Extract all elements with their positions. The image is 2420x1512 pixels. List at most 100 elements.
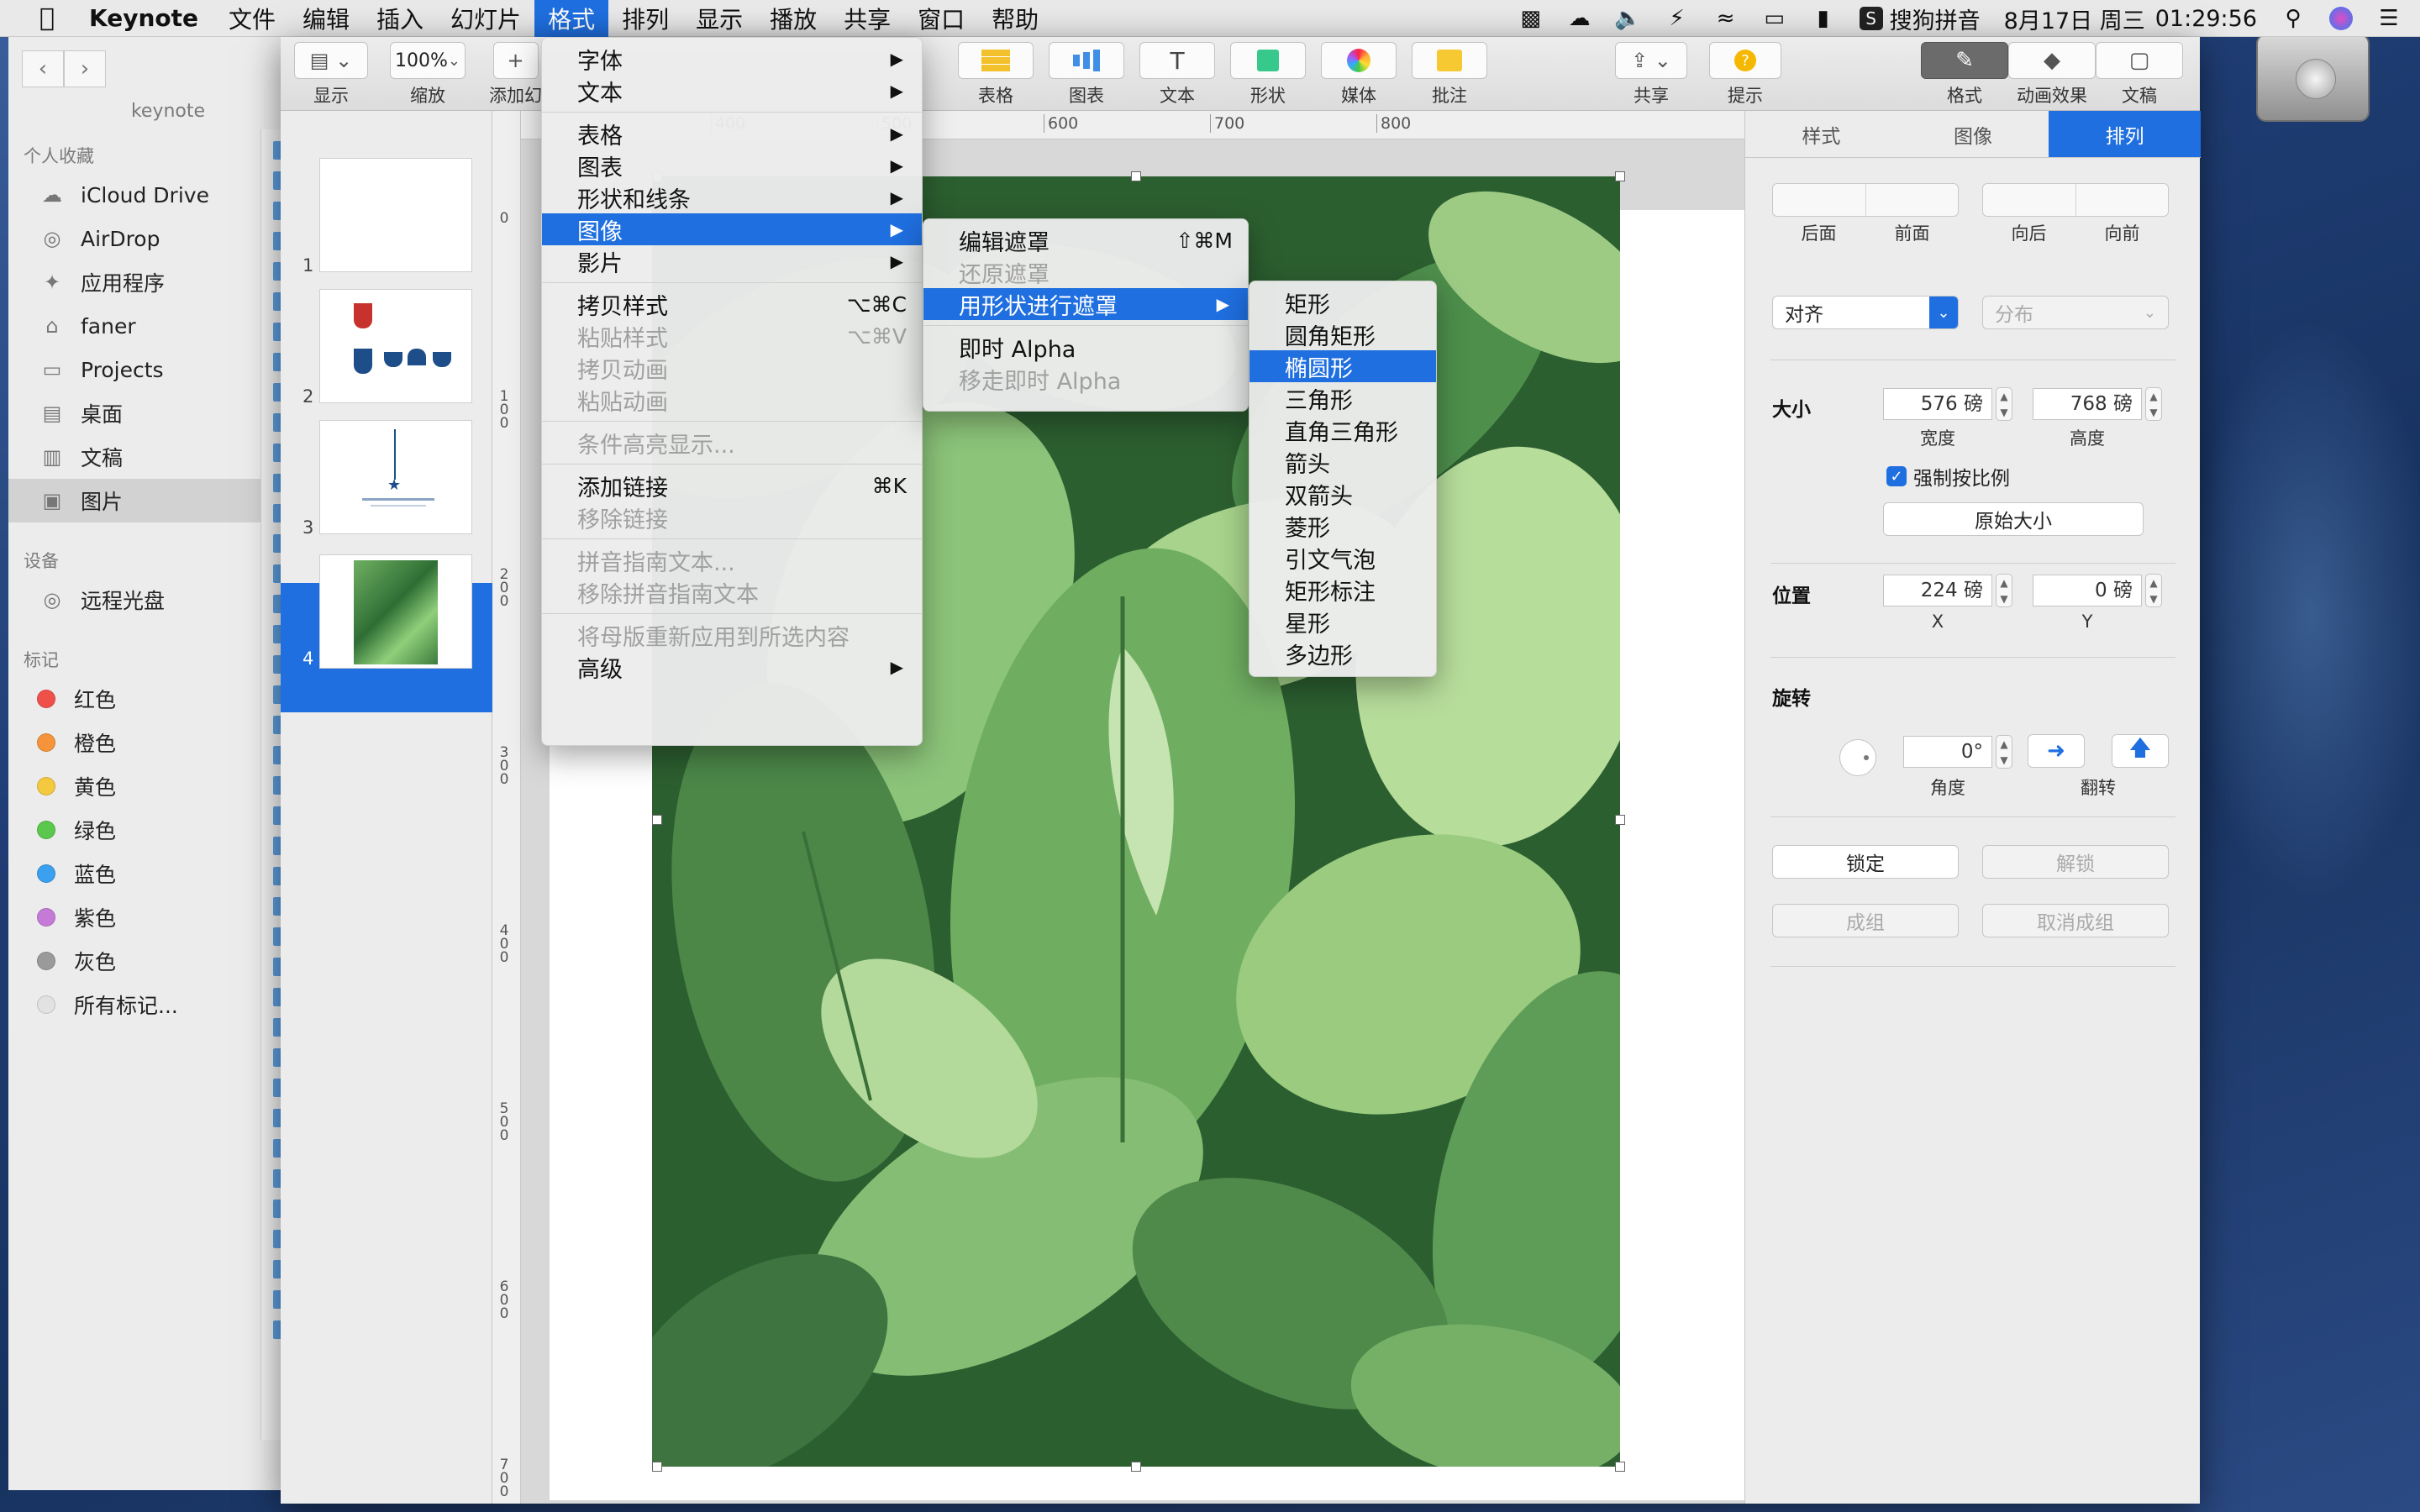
sidebar-item[interactable]: ⌂ faner [8,304,260,348]
document-icon[interactable]: ▢ [2096,42,2183,79]
resize-handle[interactable] [1615,171,1625,181]
menu-5[interactable]: 排列 [608,0,682,37]
menu-10[interactable]: 帮助 [978,0,1052,37]
send-to-back-button[interactable] [1773,184,1866,216]
menu-item[interactable]: 星形 [1249,606,1436,638]
sidebar-item[interactable]: ☁ iCloud Drive [8,173,260,217]
y-field[interactable]: 0 磅 [2033,575,2142,606]
menu-item[interactable]: 字体 ▶ [542,43,922,75]
menu-item[interactable]: 引文气泡 [1249,542,1436,574]
menu-item[interactable]: 移除拼音指南文本 [542,576,922,608]
clock[interactable]: 8月17日 周三 01:29:56 [1992,0,2269,37]
toolbar-item[interactable]: ⇪ ⌄ 共享 [1615,42,1687,108]
menu-item[interactable]: 箭头 [1249,446,1436,478]
menu-item[interactable]: 椭圆形 [1249,350,1436,382]
sidebar-item[interactable]: ◎ AirDrop [8,217,260,260]
menu-item[interactable]: 圆角矩形 [1249,318,1436,350]
menu-item[interactable]: 粘贴样式 ⌥⌘V [542,320,922,352]
plus-icon[interactable]: + [492,42,539,79]
x-stepper[interactable]: ▲ ▼ [1996,574,2012,607]
toolbar-item[interactable]: ▤ ⌄ 显示 [294,42,368,108]
tag-item[interactable]: 绿色 [8,808,260,852]
menu-item[interactable]: 形状和线条 ▶ [542,181,922,213]
x-field[interactable]: 224 磅 [1883,575,1992,606]
slide-thumbnail[interactable]: ★ [319,420,472,534]
toolbar-item[interactable]: ◆ 动画效果 [2008,42,2096,108]
app-name-menu[interactable]: Keynote [72,0,215,37]
menu-item[interactable]: 即时 Alpha [923,331,1248,363]
resize-handle[interactable] [1131,1462,1141,1472]
unlock-button[interactable]: 解锁 [1982,845,2169,879]
sidebar-item[interactable]: ▥ 文稿 [8,435,260,479]
menu-item[interactable]: 图表 ▶ [542,150,922,181]
distribute-popup[interactable]: 分布 ⌄ [1982,296,2169,329]
tag-item[interactable]: 黄色 [8,764,260,808]
media-icon[interactable] [1321,42,1397,79]
ungroup-button[interactable]: 取消成组 [1982,904,2169,937]
height-field[interactable]: 768 磅 [2033,388,2142,420]
group-button[interactable]: 成组 [1772,904,1959,937]
menu-item[interactable]: 高级 ▶ [542,651,922,683]
menu-item[interactable]: 还原遮罩 [923,256,1248,288]
tag-item[interactable]: 红色 [8,677,260,721]
menu-item[interactable]: 影片 ▶ [542,245,922,277]
width-stepper[interactable]: ▲ ▼ [1996,387,2012,421]
tag-item[interactable]: 紫色 [8,895,260,939]
menu-item[interactable]: 移除链接 [542,501,922,533]
menu-item[interactable]: 用形状进行遮罩 ▶ [923,288,1248,320]
y-stepper[interactable]: ▲ ▼ [2145,574,2162,607]
diamond-icon[interactable]: ◆ [2008,42,2096,79]
menu-4[interactable]: 格式 [534,0,609,37]
original-size-button[interactable]: 原始大小 [1883,502,2144,536]
menu-item[interactable]: 条件高亮显示... [542,427,922,459]
spotlight-icon[interactable]: ⚲ [2281,6,2306,31]
toolbar-item[interactable]: ▢ 文稿 [2096,42,2183,108]
sidebar-item[interactable]: ◎ 远程光盘 [8,578,260,622]
constrain-checkbox-row[interactable]: ✓ 强制按比例 [1886,462,2010,491]
wifi-icon[interactable]: ≈ [1713,6,1739,31]
menu-item[interactable]: 矩形 [1249,286,1436,318]
toolbar-item[interactable]: 图表 [1049,42,1124,108]
toolbar-item[interactable]: T 文本 [1139,42,1215,108]
tag-item[interactable]: 蓝色 [8,852,260,895]
zoom-popup[interactable]: 100% ⌄ [390,42,466,79]
lock-button[interactable]: 锁定 [1772,845,1959,879]
siri-icon[interactable] [2329,7,2353,30]
resize-handle[interactable] [652,1462,662,1472]
share-icon[interactable]: ⇪ ⌄ [1615,42,1687,79]
menu-item[interactable]: 表格 ▶ [542,118,922,150]
bring-to-front-button[interactable] [1866,184,1959,216]
table-icon[interactable] [958,42,1034,79]
menu-item[interactable]: 矩形标注 [1249,574,1436,606]
apple-icon[interactable]:  [22,0,72,37]
back-icon[interactable]: ‹ [22,50,64,87]
inspector-tab[interactable]: 图像 [1897,111,2049,157]
toolbar-item[interactable]: ✎ 格式 [1921,42,2008,108]
menu-item[interactable]: 直角三角形 [1249,414,1436,446]
angle-field[interactable]: 0° [1903,736,1992,768]
menu-item[interactable]: 拷贝动画 [542,352,922,384]
forward-icon[interactable]: › [64,50,106,87]
toolbar-item[interactable]: + 添加幻 [489,42,542,108]
flip-horizontal-button[interactable]: ➜ [2028,734,2085,768]
shape-icon[interactable] [1230,42,1306,79]
notification-center-icon[interactable]: ☰ [2376,6,2402,31]
tag-item[interactable]: 灰色 [8,939,260,983]
menu-item[interactable]: 拼音指南文本... [542,544,922,576]
sidebar-item[interactable]: ✦ 应用程序 [8,260,260,304]
menu-item[interactable]: 将母版重新应用到所选内容 [542,619,922,651]
drive-icon[interactable] [2256,34,2370,122]
menu-0[interactable]: 文件 [215,0,289,37]
sidebar-item[interactable]: ▭ Projects [8,348,260,391]
menu-item[interactable]: 图像 ▶ [542,213,922,245]
menu-8[interactable]: 共享 [830,0,904,37]
battery-icon[interactable]: ▮ [1811,6,1836,31]
send-backward-button[interactable] [1983,184,2076,216]
airplay-icon[interactable]: ▭ [1762,6,1787,31]
menu-3[interactable]: 幻灯片 [437,0,534,37]
menu-item[interactable]: 多边形 [1249,638,1436,669]
menu-item[interactable]: 文本 ▶ [542,75,922,107]
slide-thumbnail[interactable] [319,158,472,272]
menu-item[interactable]: 拷贝样式 ⌥⌘C [542,288,922,320]
height-stepper[interactable]: ▲ ▼ [2145,387,2162,421]
